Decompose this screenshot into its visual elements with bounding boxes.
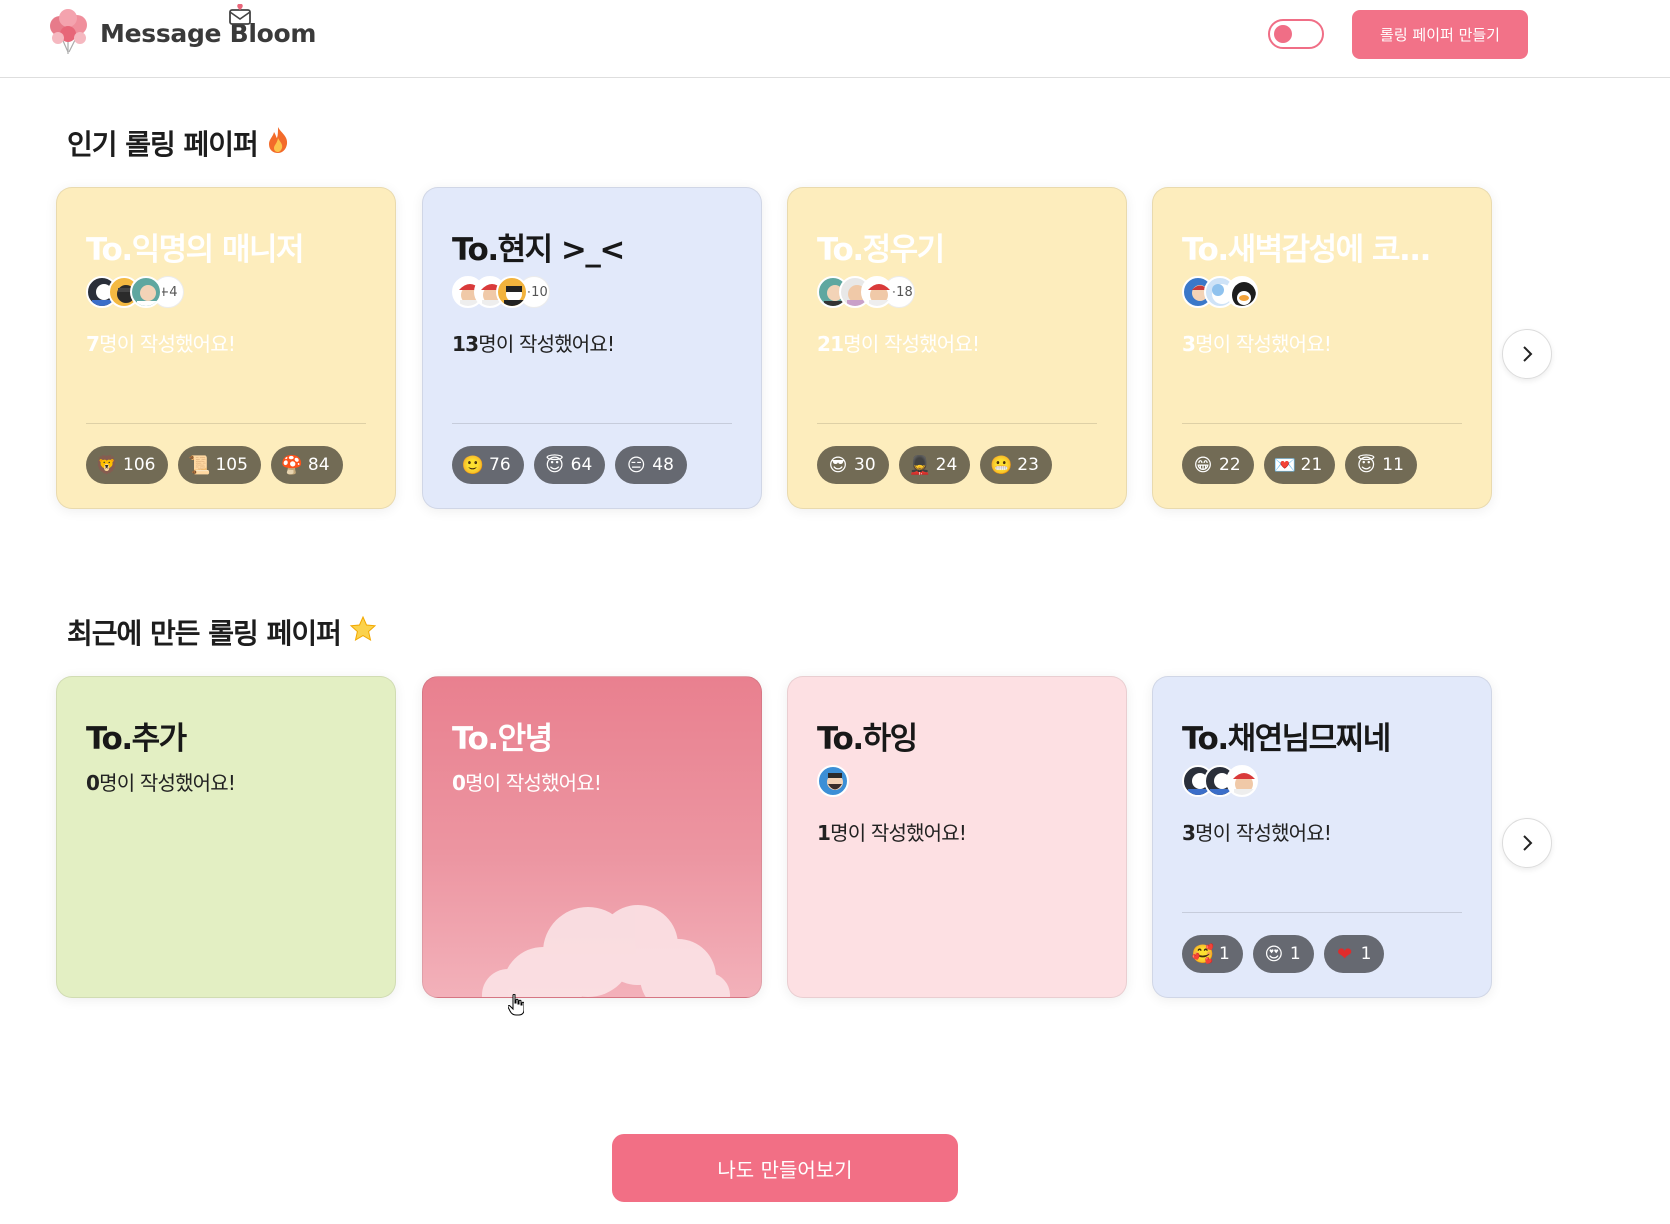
card-title: To.현지 >_<	[452, 232, 625, 268]
popular-next-button[interactable]	[1502, 329, 1552, 379]
writer-avatars	[1182, 276, 1258, 308]
logo[interactable]: Message Bloom	[48, 3, 316, 54]
avatar	[130, 276, 162, 308]
card-title: To.새벽감성에 코...	[1182, 232, 1431, 268]
recent-card-2[interactable]: To.안녕 0명이 작성했어요!	[422, 676, 762, 998]
toggle-knob	[1274, 25, 1292, 43]
card-divider	[817, 423, 1097, 424]
writer-avatars: +18	[817, 276, 915, 308]
reaction-badge: 📜 105	[178, 446, 261, 484]
avatar	[861, 276, 893, 308]
top-header: Message Bloom 롤링 페이퍼 만들기	[0, 0, 1670, 78]
smile-emoji-icon: 🙂	[461, 454, 485, 476]
recent-card-4[interactable]: To.채연님므찌네 3명이 작성했어요! 🥰 1 😍 1 ❤ 1	[1152, 676, 1492, 998]
reaction-badge: 😍 1	[1252, 935, 1314, 973]
top-reactions: 😎 30 💂 24 😬 23	[817, 446, 1052, 484]
avatar	[1226, 276, 1258, 308]
writer-avatars: +10	[452, 276, 550, 308]
star-icon	[349, 615, 377, 650]
grimace-emoji-icon: 😬	[990, 454, 1013, 476]
chevron-right-icon	[1523, 346, 1533, 362]
mushroom-emoji-icon: 🍄	[280, 454, 304, 476]
top-reactions: 🦁 106 📜 105 🍄 84	[86, 446, 343, 484]
writer-count: 1명이 작성했어요!	[817, 821, 967, 845]
reaction-badge: 😎 30	[817, 446, 889, 484]
recent-next-button[interactable]	[1502, 818, 1552, 868]
halo-emoji-icon: 😇	[1356, 454, 1376, 476]
card-title: To.익명의 매니저	[86, 232, 305, 268]
chevron-right-icon	[1523, 835, 1533, 851]
card-divider	[1182, 912, 1462, 913]
logo-text: Message Bloom	[100, 19, 317, 48]
hand-cursor-icon	[507, 993, 525, 1020]
reaction-badge: 😑 48	[615, 446, 687, 484]
reaction-badge: 🙂 76	[452, 446, 524, 484]
card-title: To.하잉	[817, 721, 918, 757]
heart-letter-emoji-icon: 💌	[1273, 454, 1296, 476]
writer-avatars	[1182, 765, 1258, 797]
reaction-badge: 🍄 84	[270, 446, 343, 484]
reaction-badge: 😇 64	[533, 446, 606, 484]
writer-count: 0명이 작성했어요!	[452, 771, 602, 795]
reaction-badge: 😬 23	[980, 446, 1052, 484]
reaction-badge: 🥰 1	[1182, 935, 1243, 973]
popular-card-1[interactable]: To.익명의 매니저 +4 7명이 작성했어요! 🦁 106 📜 105 🍄 84	[56, 187, 396, 509]
writer-count: 0명이 작성했어요!	[86, 771, 236, 795]
card-title: To.채연님므찌네	[1182, 721, 1391, 757]
envelope-logo-icon	[228, 3, 252, 30]
avatar	[1226, 765, 1258, 797]
lion-emoji-icon: 🦁	[95, 454, 119, 476]
theme-toggle[interactable]	[1268, 19, 1324, 49]
card-divider	[86, 423, 366, 424]
reaction-badge: 😁 22	[1182, 446, 1254, 484]
hearts-face-emoji-icon: 🥰	[1191, 943, 1215, 965]
top-reactions: 😁 22 💌 21 😇 11	[1182, 446, 1417, 484]
card-title: To.추가	[86, 721, 187, 757]
popular-card-4[interactable]: To.새벽감성에 코... 3명이 작성했어요! 😁 22 💌 21 😇 11	[1152, 187, 1492, 509]
balloon-logo-icon	[48, 8, 90, 54]
card-divider	[452, 423, 732, 424]
writer-count: 3명이 작성했어요!	[1182, 821, 1332, 845]
halo-emoji-icon: 😇	[545, 454, 565, 476]
sunglasses-emoji-icon: 😎	[828, 454, 848, 476]
create-rolling-paper-button[interactable]: 롤링 페이퍼 만들기	[1352, 10, 1528, 59]
recent-card-3[interactable]: To.하잉 1명이 작성했어요!	[787, 676, 1127, 998]
card-divider	[1182, 423, 1462, 424]
writer-count: 21명이 작성했어요!	[817, 332, 980, 356]
fire-icon	[266, 126, 290, 161]
card-title: To.정우기	[817, 232, 945, 268]
reaction-badge: 💂 24	[898, 446, 971, 484]
popular-title-text: 인기 롤링 페이퍼	[67, 128, 259, 161]
make-mine-button[interactable]: 나도 만들어보기	[612, 1134, 958, 1202]
heart-eyes-emoji-icon: 😍	[1264, 943, 1284, 965]
guard-emoji-icon: 💂	[908, 454, 931, 476]
popular-card-3[interactable]: To.정우기 +18 21명이 작성했어요! 😎 30 💂 24 😬 23	[787, 187, 1127, 509]
writer-avatars	[817, 765, 849, 797]
heart-emoji-icon: ❤	[1337, 943, 1353, 965]
reaction-badge: 🦁 106	[86, 446, 169, 484]
recent-card-1[interactable]: To.추가 0명이 작성했어요!	[56, 676, 396, 998]
popular-card-2[interactable]: To.현지 >_< +10 13명이 작성했어요! 🙂 76 😇 64 😑 48	[422, 187, 762, 509]
recent-section-title: 최근에 만든 롤링 페이퍼	[67, 612, 377, 652]
avatar	[496, 276, 528, 308]
writer-count: 13명이 작성했어요!	[452, 332, 615, 356]
writer-avatars: +4	[86, 276, 184, 308]
card-title: To.안녕	[452, 721, 553, 757]
popular-section-title: 인기 롤링 페이퍼	[67, 123, 290, 163]
avatar	[817, 765, 849, 797]
top-reactions: 🙂 76 😇 64 😑 48	[452, 446, 687, 484]
scroll-emoji-icon: 📜	[188, 454, 211, 476]
expressionless-emoji-icon: 😑	[626, 454, 646, 476]
reaction-badge: ❤ 1	[1323, 935, 1385, 973]
writer-count: 7명이 작성했어요!	[86, 332, 236, 356]
writer-count: 3명이 작성했어요!	[1182, 332, 1332, 356]
reaction-badge: 💌 21	[1263, 446, 1336, 484]
recent-title-text: 최근에 만든 롤링 페이퍼	[67, 617, 342, 650]
reaction-badge: 😇 11	[1345, 446, 1417, 484]
grin-emoji-icon: 😁	[1193, 454, 1213, 476]
top-reactions: 🥰 1 😍 1 ❤ 1	[1182, 935, 1385, 973]
